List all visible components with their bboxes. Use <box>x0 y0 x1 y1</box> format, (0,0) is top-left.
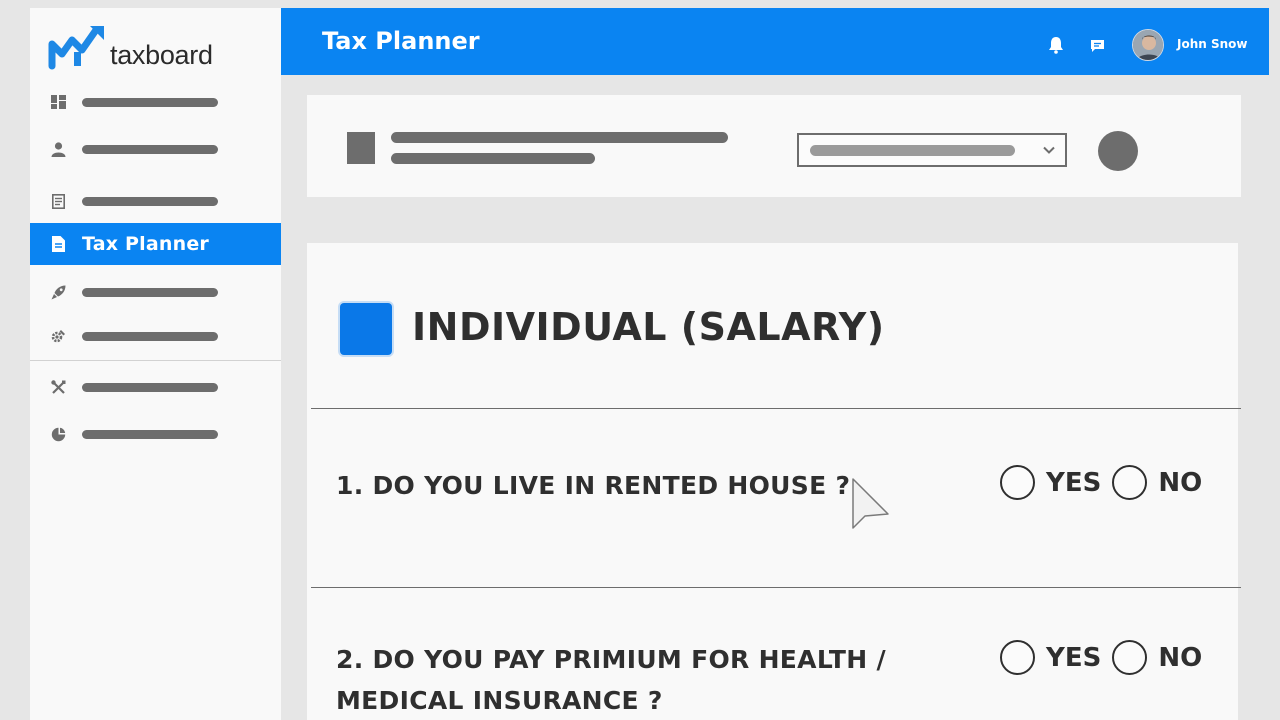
radio-yes-label[interactable]: YES <box>1046 468 1101 498</box>
bell-icon[interactable] <box>1047 36 1065 58</box>
sidebar-item-tools[interactable] <box>30 367 281 407</box>
question-2-text: 2. DO YOU PAY PRIMIUM FOR HEALTH / MEDIC… <box>336 639 886 720</box>
sidebar-item-label-placeholder <box>82 429 218 439</box>
chat-icon[interactable] <box>1090 38 1105 57</box>
sidebar-item-label-placeholder <box>82 287 218 297</box>
tools-icon <box>50 379 66 395</box>
question-line: MEDICAL INSURANCE ? <box>336 686 663 715</box>
settings-icon <box>50 328 66 344</box>
chevron-down-icon <box>1042 142 1056 161</box>
radio-no-label[interactable]: NO <box>1158 468 1202 498</box>
radio-yes[interactable] <box>1000 640 1035 675</box>
question-divider <box>311 587 1241 588</box>
rocket-icon <box>50 284 66 300</box>
section-title: INDIVIDUAL (SALARY) <box>412 305 885 349</box>
radio-no[interactable] <box>1112 465 1148 500</box>
file-text-icon <box>50 236 66 252</box>
questionnaire-card: INDIVIDUAL (SALARY) 1. DO YOU LIVE IN RE… <box>307 243 1241 720</box>
dashboard-icon <box>50 94 66 110</box>
sidebar-divider <box>30 360 281 361</box>
user-name[interactable]: John Snow <box>1177 37 1248 51</box>
user-icon <box>50 141 66 157</box>
radio-no[interactable] <box>1112 640 1148 675</box>
taxboard-logo[interactable]: taxboard <box>48 16 213 72</box>
sidebar-item-launch[interactable] <box>30 272 281 312</box>
section-marker-icon <box>340 303 392 355</box>
placeholder-text-line <box>391 132 728 143</box>
filter-select[interactable] <box>797 133 1067 167</box>
question-line: 2. DO YOU PAY PRIMIUM FOR HEALTH / <box>336 645 886 674</box>
logo-text: taxboard <box>110 40 213 70</box>
question-1-options: YES NO <box>1000 465 1213 500</box>
page-title: Tax Planner <box>322 27 480 55</box>
sidebar-item-settings[interactable] <box>30 316 281 356</box>
filter-card <box>307 95 1241 197</box>
placeholder-text-line <box>391 153 595 164</box>
sidebar-item-tax-planner[interactable]: Tax Planner <box>30 223 281 265</box>
sidebar-item-label-placeholder <box>82 97 218 107</box>
question-1-text: 1. DO YOU LIVE IN RENTED HOUSE ? <box>336 465 850 506</box>
mouse-cursor-icon <box>852 478 892 538</box>
sidebar-item-documents[interactable] <box>30 181 281 221</box>
sidebar-item-reports[interactable] <box>30 414 281 454</box>
sidebar-item-label-placeholder <box>82 144 218 154</box>
sidebar-item-label-placeholder <box>82 196 218 206</box>
radio-yes[interactable] <box>1000 465 1035 500</box>
placeholder-thumbnail <box>347 132 375 164</box>
section-divider <box>311 408 1241 409</box>
placeholder-select-value <box>810 145 1015 156</box>
sidebar-item-dashboard[interactable] <box>30 82 281 122</box>
avatar[interactable] <box>1132 29 1164 61</box>
radio-no-label[interactable]: NO <box>1158 643 1202 673</box>
top-header: Tax Planner John Snow <box>281 8 1269 75</box>
sidebar-item-label-placeholder <box>82 331 218 341</box>
document-icon <box>50 193 66 209</box>
sidebar: taxboard Tax Planner <box>30 8 281 720</box>
logo-mark-icon <box>48 26 104 70</box>
sidebar-item-label-placeholder <box>82 382 218 392</box>
pie-chart-icon <box>50 426 66 442</box>
question-2-options: YES NO <box>1000 640 1213 675</box>
sidebar-item-label: Tax Planner <box>82 233 209 255</box>
placeholder-circle-button[interactable] <box>1098 131 1138 171</box>
sidebar-item-profile[interactable] <box>30 129 281 169</box>
radio-yes-label[interactable]: YES <box>1046 643 1101 673</box>
question-line: 1. DO YOU LIVE IN RENTED HOUSE ? <box>336 471 851 500</box>
